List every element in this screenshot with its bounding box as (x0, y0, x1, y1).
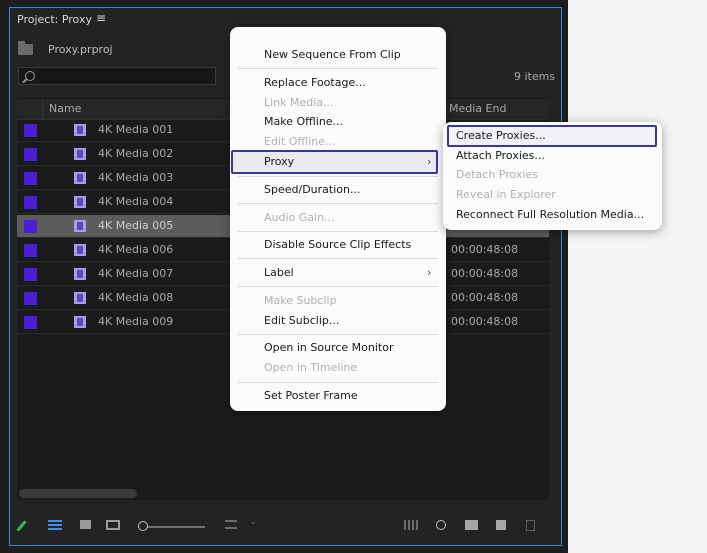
column-header-name[interactable]: Name (49, 102, 81, 115)
video-clip-icon (74, 268, 86, 280)
bin-folder-icon (18, 41, 33, 55)
menu-item-disable-effects[interactable]: Disable Source Clip Effects (264, 238, 411, 251)
automate-to-sequence-icon[interactable] (404, 520, 418, 530)
menu-item-set-poster-frame[interactable]: Set Poster Frame (264, 389, 358, 402)
menu-item-proxy[interactable]: Proxy (264, 155, 294, 168)
zoom-slider-knob[interactable] (138, 521, 148, 531)
submenu-item-create-proxies[interactable]: Create Proxies... (456, 129, 546, 142)
submenu-item-reconnect-media[interactable]: Reconnect Full Resolution Media... (456, 208, 644, 221)
search-input[interactable] (18, 67, 216, 85)
menu-divider (238, 68, 438, 69)
hamburger-icon[interactable]: ≡ (96, 11, 106, 25)
clip-name: 4K Media 008 (98, 291, 174, 304)
clip-name: 4K Media 009 (98, 315, 174, 328)
menu-item-speed-duration[interactable]: Speed/Duration... (264, 183, 360, 196)
chevron-right-icon: › (427, 266, 432, 279)
menu-item-open-source-monitor[interactable]: Open in Source Monitor (264, 341, 394, 354)
menu-item-new-sequence[interactable]: New Sequence From Clip (264, 48, 401, 61)
clip-media-end: 00:00:48:08 (451, 315, 519, 328)
clip-name: 4K Media 006 (98, 243, 174, 256)
label-color-chip[interactable] (24, 124, 37, 137)
project-file-name: Proxy.prproj (48, 43, 113, 56)
video-clip-icon (74, 124, 86, 136)
horizontal-scrollbar[interactable] (19, 489, 137, 498)
video-clip-icon (74, 148, 86, 160)
column-header-media-end[interactable]: Media End (449, 102, 506, 115)
label-color-chip[interactable] (24, 244, 37, 257)
submenu-item-reveal-in-explorer: Reveal in Explorer (456, 188, 556, 201)
context-menu: New Sequence From Clip Replace Footage..… (230, 27, 446, 411)
column-divider[interactable] (42, 99, 43, 119)
video-clip-icon (74, 316, 86, 328)
menu-divider (238, 231, 438, 232)
label-color-chip[interactable] (24, 172, 37, 185)
search-icon (25, 71, 35, 81)
chevron-down-icon[interactable]: ⌄ (249, 517, 257, 527)
menu-item-edit-subclip[interactable]: Edit Subclip... (264, 314, 339, 327)
menu-item-open-timeline: Open in Timeline (264, 361, 358, 374)
clip-name: 4K Media 003 (98, 171, 174, 184)
label-color-chip[interactable] (24, 196, 37, 209)
items-count: 9 items (514, 70, 556, 83)
menu-item-make-subclip: Make Subclip (264, 294, 337, 307)
panel-title[interactable]: Project: Proxy (17, 13, 92, 26)
menu-item-link-media: Link Media... (264, 96, 334, 109)
menu-item-audio-gain: Audio Gain... (264, 211, 335, 224)
clip-name: 4K Media 007 (98, 267, 174, 280)
menu-divider (238, 382, 438, 383)
proxy-submenu: Create Proxies... Attach Proxies... Deta… (443, 122, 662, 230)
menu-item-edit-offline: Edit Offline... (264, 135, 336, 148)
video-clip-icon (74, 292, 86, 304)
trash-icon[interactable] (526, 520, 535, 531)
chevron-right-icon: › (427, 155, 432, 168)
panel-toolbar: ⌄ (10, 514, 560, 540)
freeform-view-icon[interactable] (106, 520, 120, 530)
find-icon[interactable] (436, 520, 446, 530)
label-color-chip[interactable] (24, 316, 37, 329)
zoom-slider-track[interactable] (138, 526, 205, 528)
menu-item-replace-footage[interactable]: Replace Footage... (264, 76, 366, 89)
list-view-icon[interactable] (48, 520, 62, 530)
label-color-chip[interactable] (24, 148, 37, 161)
video-clip-icon (74, 172, 86, 184)
video-clip-icon (74, 196, 86, 208)
new-bin-icon[interactable] (465, 520, 478, 530)
menu-divider (238, 286, 438, 287)
sort-icon[interactable] (225, 520, 237, 529)
menu-item-proxy-highlight[interactable] (231, 150, 438, 174)
clip-name: 4K Media 005 (98, 219, 174, 232)
menu-divider (238, 258, 438, 259)
clip-name: 4K Media 004 (98, 195, 174, 208)
menu-divider (238, 203, 438, 204)
submenu-item-detach-proxies: Detach Proxies (456, 168, 538, 181)
icon-view-icon[interactable] (80, 520, 91, 529)
submenu-item-attach-proxies[interactable]: Attach Proxies... (456, 149, 545, 162)
menu-divider (238, 334, 438, 335)
menu-item-label[interactable]: Label (264, 266, 294, 279)
video-clip-icon (74, 244, 86, 256)
clip-name: 4K Media 001 (98, 123, 174, 136)
video-clip-icon (74, 220, 86, 232)
clip-media-end: 00:00:48:08 (451, 243, 519, 256)
menu-item-make-offline[interactable]: Make Offline... (264, 115, 343, 128)
pencil-icon[interactable] (16, 520, 27, 532)
menu-divider (238, 176, 438, 177)
label-color-chip[interactable] (24, 220, 37, 233)
clip-media-end: 00:00:48:08 (451, 291, 519, 304)
new-item-icon[interactable] (496, 520, 506, 530)
clip-name: 4K Media 002 (98, 147, 174, 160)
label-color-chip[interactable] (24, 268, 37, 281)
clip-media-end: 00:00:48:08 (451, 267, 519, 280)
label-color-chip[interactable] (24, 292, 37, 305)
